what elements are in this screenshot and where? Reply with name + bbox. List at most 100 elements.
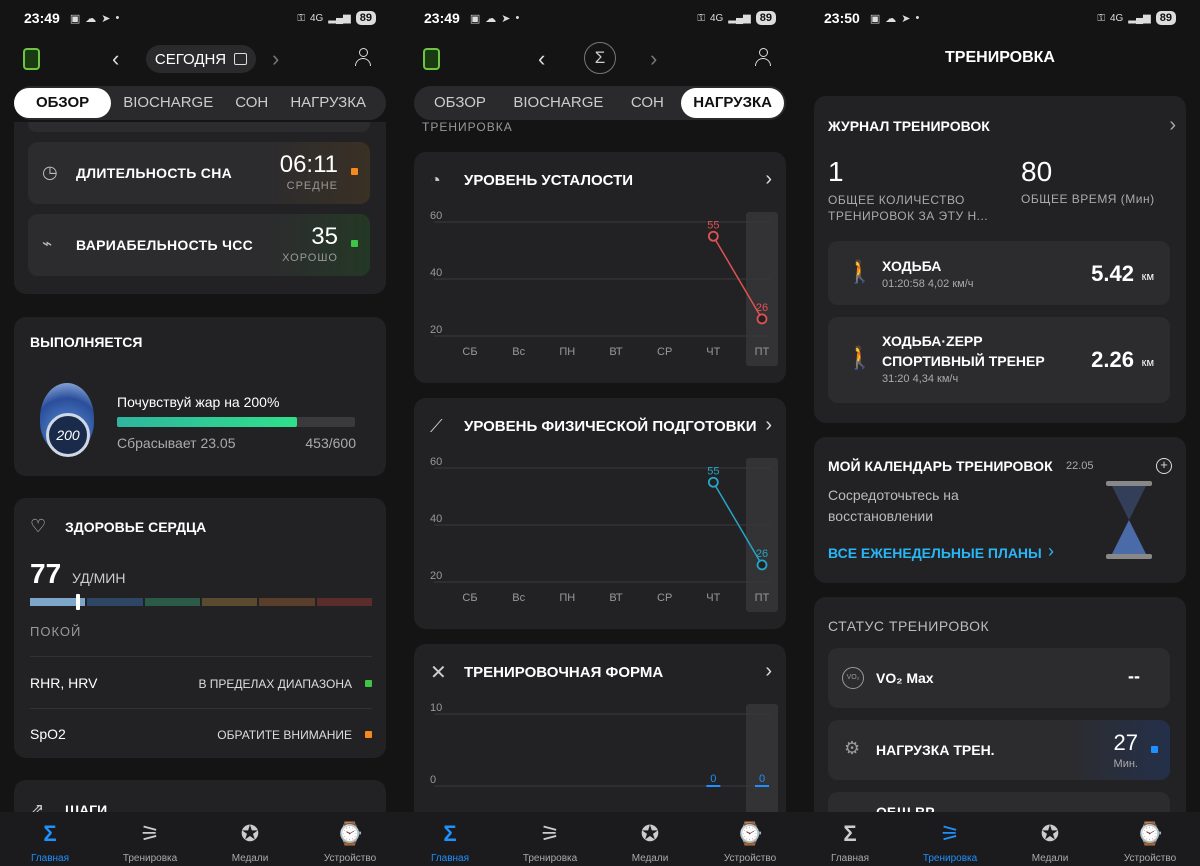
nav-device[interactable]: ⌚ Устройство (300, 812, 400, 866)
y-tick-label: 20 (430, 570, 442, 582)
nav-home-label: Главная (430, 853, 470, 864)
profile-icon[interactable] (354, 48, 372, 68)
x-tick-label: ЧТ (706, 592, 720, 604)
nav-device[interactable]: ⌚ Устройство (1100, 812, 1200, 866)
prev-day-icon[interactable]: ‹ (112, 46, 119, 72)
prev-day-icon[interactable]: ‹ (538, 46, 545, 72)
chevron-right-icon[interactable]: › (765, 660, 772, 683)
tab-load[interactable]: НАГРУЗКА (681, 88, 784, 118)
vo2max-row[interactable]: VO₂ VO₂ Max -- (828, 648, 1170, 708)
nav-home[interactable]: Σ Главная (800, 812, 900, 866)
training-status-card: СТАТУС ТРЕНИРОВОК VO₂ VO₂ Max -- ⚙ НАГРУ… (814, 597, 1186, 832)
tab-biocharge[interactable]: BIOCHARGE (113, 88, 223, 118)
x-tick-label: ПН (559, 592, 575, 604)
workout-name-line1: ХОДЬБА·ZEPP (882, 333, 983, 349)
chevron-right-icon[interactable]: › (1048, 541, 1054, 562)
y-tick-label: 0 (430, 774, 436, 786)
profile-icon[interactable] (754, 48, 772, 68)
x-tick-label: СР (657, 592, 672, 604)
data-label: 55 (707, 465, 719, 477)
watch-icon[interactable] (423, 48, 440, 70)
journal-time-label: ОБЩЕЕ ВРЕМЯ (Мин) (1021, 192, 1155, 206)
x-tick-label: СР (657, 346, 672, 358)
calendar-date: 22.05 (1066, 460, 1094, 472)
workout-distance: 5.42 (1091, 261, 1134, 286)
status-square (1151, 746, 1158, 753)
progress-title: ВЫПОЛНЯЕТСЯ (30, 334, 143, 350)
cloud-icon: ☁ (485, 12, 497, 25)
nav-medals[interactable]: ✪ Медали (200, 812, 300, 866)
spo2-status: ОБРАТИТЕ ВНИМАНИЕ (217, 728, 352, 742)
weekly-plans-link[interactable]: ВСЕ ЕЖЕНЕДЕЛЬНЫЕ ПЛАНЫ (828, 545, 1042, 561)
status-square (365, 680, 372, 687)
tab-load[interactable]: НАГРУЗКА (280, 88, 376, 118)
telegram-icon: ➤ (101, 12, 111, 25)
next-day-icon[interactable]: › (650, 46, 657, 72)
dot-icon: • (515, 12, 520, 24)
fatigue-card[interactable]: ◔ УРОВЕНЬ УСТАЛОСТИ › 60 40 20 СБ Вс ПН ВТ СР ЧТ… (414, 152, 786, 383)
nav-home-label: Главная (30, 853, 70, 864)
tab-overview[interactable]: ОБЗОР (424, 88, 496, 118)
fitness-title: УРОВЕНЬ ФИЗИЧЕСКОЙ ПОДГОТОВКИ (464, 418, 757, 435)
progress-card[interactable]: ВЫПОЛНЯЕТСЯ 200 Почувствуй жар на 200% С… (14, 317, 386, 476)
training-load-row[interactable]: ⚙ НАГРУЗКА ТРЕН. 27 Мин. (828, 720, 1170, 780)
load-label: НАГРУЗКА ТРЕН. (876, 742, 995, 758)
tab-bar: ОБЗОР BIOCHARGE СОН НАГРУЗКА (14, 86, 386, 120)
tab-biocharge[interactable]: BIOCHARGE (503, 88, 613, 118)
vo2-icon: VO₂ (842, 667, 864, 689)
next-day-icon[interactable]: › (272, 46, 279, 72)
load-icon: ⚙ (844, 738, 861, 758)
heart-health-card[interactable]: ♡ ЗДОРОВЬЕ СЕРДЦА 77 УД/МИН ПОКОЙ RHR, H… (14, 498, 386, 758)
chevron-right-icon[interactable]: › (765, 414, 772, 437)
nav-device[interactable]: ⌚ Устройство (700, 812, 800, 866)
workout-distance: 2.26 (1091, 347, 1134, 372)
heart-zone-marker (76, 594, 80, 610)
training-calendar-card[interactable]: МОЙ КАЛЕНДАРЬ ТРЕНИРОВОК 22.05 + Сосредо… (814, 437, 1186, 583)
fire-badge-icon: 200 (36, 383, 98, 459)
bottom-nav: Σ Главная ⚞ Тренировка ✪ Медали ⌚ Устройство (0, 812, 400, 866)
sleep-duration-label: ДЛИТЕЛЬНОСТЬ СНА (76, 165, 233, 181)
heart-title: ЗДОРОВЬЕ СЕРДЦА (65, 519, 207, 535)
data-label: 55 (707, 219, 719, 231)
fatigue-title: УРОВЕНЬ УСТАЛОСТИ (464, 172, 634, 189)
runner-icon: ⚞ (140, 821, 160, 846)
network-label: 4G (309, 12, 324, 24)
x-tick-label: ПТ (755, 592, 770, 604)
fitness-card[interactable]: ⟋ УРОВЕНЬ ФИЗИЧЕСКОЙ ПОДГОТОВКИ › 60 40 20… (414, 398, 786, 629)
nav-home[interactable]: Σ Главная (400, 812, 500, 866)
challenge-progress-bar (117, 417, 355, 427)
nav-training[interactable]: ⚞ Тренировка (500, 812, 600, 866)
nav-home[interactable]: Σ Главная (0, 812, 100, 866)
top-bar: ‹ Σ › (400, 40, 800, 78)
battery-badge: 89 (355, 11, 376, 25)
sigma-icon: Σ (843, 821, 857, 846)
watch-icon[interactable] (23, 48, 40, 70)
tab-sleep[interactable]: СОН (621, 88, 674, 118)
person-icon: ✕ (430, 662, 447, 684)
nav-medals[interactable]: ✪ Медали (600, 812, 700, 866)
nav-medals[interactable]: ✪ Медали (1000, 812, 1100, 866)
watch-icon: ⌚ (736, 821, 764, 846)
nav-home-label: Главная (830, 853, 870, 864)
screenshot-icon: ▣ (469, 12, 481, 25)
training-form-card[interactable]: ✕ ТРЕНИРОВОЧНАЯ ФОРМА › 10 0 0 0 (414, 644, 786, 824)
workout-walk-row[interactable]: 🚶 ХОДЬБА 01:20:58 4,02 км/ч 5.42 км (828, 241, 1170, 305)
sleep-clock-icon: ◷ (42, 162, 58, 182)
sleep-duration-row[interactable]: ◷ ДЛИТЕЛЬНОСТЬ СНА 06:11 СРЕДНЕ (28, 142, 370, 204)
status-title: СТАТУС ТРЕНИРОВОК (828, 618, 990, 634)
workout-unit: км (1141, 271, 1154, 283)
walking-icon: 🚶 (846, 345, 874, 370)
chevron-right-icon[interactable]: › (765, 168, 772, 191)
nav-training[interactable]: ⚞ Тренировка (900, 812, 1000, 866)
tab-sleep[interactable]: СОН (225, 88, 278, 118)
chevron-right-icon[interactable]: › (1169, 114, 1176, 137)
training-journal-card[interactable]: ЖУРНАЛ ТРЕНИРОВОК › 1 ОБЩЕЕ КОЛИЧЕСТВО Т… (814, 96, 1186, 423)
fatigue-chart: 60 40 20 СБ Вс ПН ВТ СР ЧТ ПТ 55 26 (430, 210, 778, 366)
date-selector[interactable]: СЕГОДНЯ (146, 45, 256, 73)
workout-zepp-row[interactable]: 🚶 ХОДЬБА·ZEPP СПОРТИВНЫЙ ТРЕНЕР 31:20 4,… (828, 317, 1170, 403)
watch-icon: ⌚ (1136, 821, 1164, 846)
nav-training[interactable]: ⚞ Тренировка (100, 812, 200, 866)
hrv-row[interactable]: ⌁ ВАРИАБЕЛЬНОСТЬ ЧСС 35 ХОРОШО (28, 214, 370, 276)
tab-overview[interactable]: ОБЗОР (14, 88, 112, 118)
add-plan-icon[interactable]: + (1156, 458, 1172, 474)
